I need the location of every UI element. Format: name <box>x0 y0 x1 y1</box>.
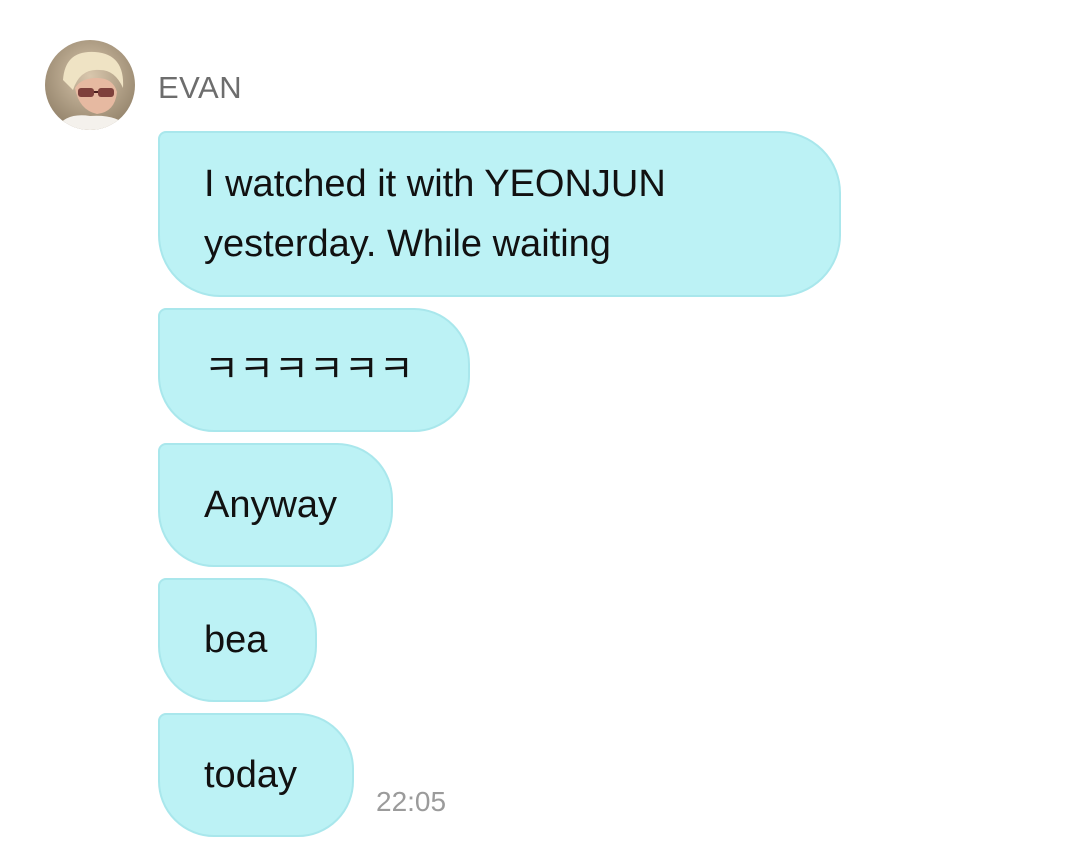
message-timestamp: 22:05 <box>376 786 447 817</box>
sender-avatar[interactable] <box>45 40 135 130</box>
message-text: bea <box>204 619 268 661</box>
sender-name: EVAN <box>158 70 243 105</box>
chat-screen: EVAN I watched it with YEONJUN yesterday… <box>0 0 1071 844</box>
message-bubble[interactable]: I watched it with YEONJUN yesterday. Whi… <box>158 131 841 297</box>
message-text: ㅋㅋㅋㅋㅋㅋ <box>204 349 414 391</box>
message-bubble[interactable]: today <box>158 713 354 837</box>
avatar-photo-icon <box>45 40 135 130</box>
message-text: Anyway <box>204 484 338 526</box>
message-text: today <box>204 754 297 796</box>
message-text: I watched it with YEONJUN yesterday. Whi… <box>204 163 666 265</box>
message-bubble[interactable]: bea <box>158 578 317 702</box>
message-bubble[interactable]: Anyway <box>158 443 393 567</box>
message-bubble[interactable]: ㅋㅋㅋㅋㅋㅋ <box>158 308 470 432</box>
